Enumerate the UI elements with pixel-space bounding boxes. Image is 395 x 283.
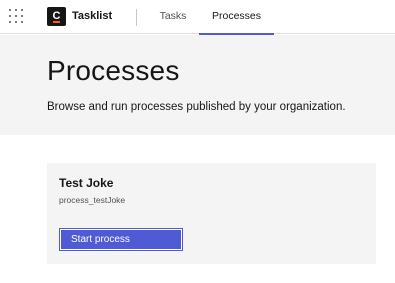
app-name[interactable]: Tasklist bbox=[72, 10, 112, 22]
start-process-button[interactable]: Start process bbox=[59, 228, 183, 251]
app-switcher-grid-icon[interactable] bbox=[9, 9, 25, 25]
camunda-logo: C bbox=[47, 7, 66, 26]
page-title: Processes bbox=[47, 55, 180, 86]
process-name: Test Joke bbox=[59, 176, 114, 190]
process-card: Test Joke process_testJoke Start process bbox=[47, 163, 376, 264]
tab-processes[interactable]: Processes bbox=[199, 0, 274, 35]
process-id: process_testJoke bbox=[59, 195, 126, 205]
tab-tasks[interactable]: Tasks bbox=[148, 0, 198, 34]
header-divider bbox=[136, 9, 137, 26]
top-navigation-bar: C Tasklist Tasks Processes bbox=[0, 0, 395, 35]
page-subtitle: Browse and run processes published by yo… bbox=[47, 101, 346, 113]
